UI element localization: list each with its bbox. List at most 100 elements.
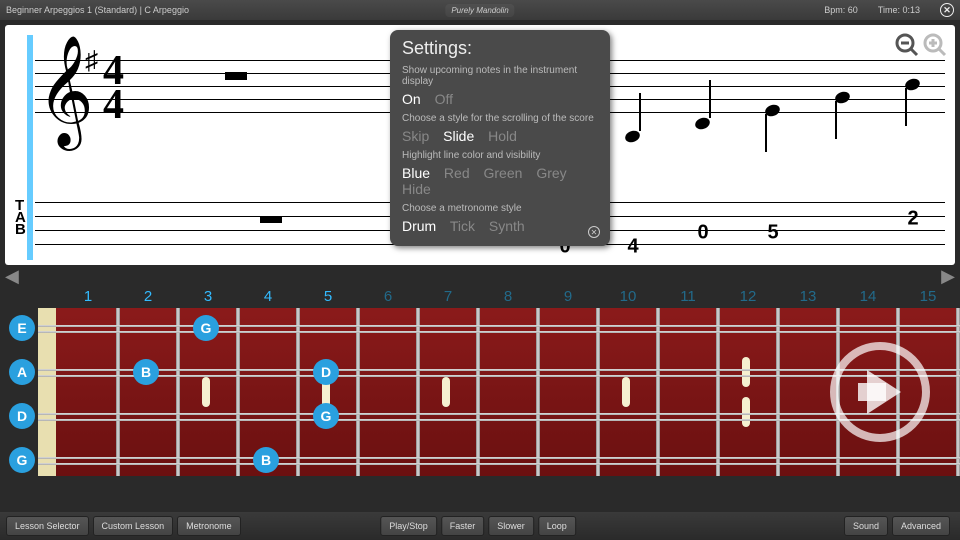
setting-scroll-desc: Choose a style for the scrolling of the … — [402, 113, 598, 124]
fret-number: 13 — [778, 288, 838, 305]
fret-number: 8 — [478, 288, 538, 305]
option-on[interactable]: On — [402, 91, 421, 107]
app-logo: Purely Mandolin — [445, 4, 514, 17]
fret-number: 3 — [178, 288, 238, 305]
play-position-marker — [27, 35, 33, 260]
fret-number: 5 — [298, 288, 358, 305]
fret-wire — [356, 308, 360, 476]
string — [38, 328, 960, 330]
option-synth[interactable]: Synth — [489, 218, 525, 234]
option-tick[interactable]: Tick — [450, 218, 475, 234]
bottom-bar: Lesson Selector Custom Lesson Metronome … — [0, 512, 960, 540]
setting-highlight-opts: Blue Red Green Grey Hide — [402, 165, 598, 197]
settings-panel: Settings: Show upcoming notes in the ins… — [390, 30, 610, 246]
settings-title: Settings: — [402, 38, 598, 59]
option-green[interactable]: Green — [484, 165, 523, 181]
fret-number: 7 — [418, 288, 478, 305]
setting-upcoming-desc: Show upcoming notes in the instrument di… — [402, 65, 598, 87]
fretboard-area: 123456789101112131415 GBDGB EADG — [0, 286, 960, 501]
fret-wire — [596, 308, 600, 476]
play-stop-button[interactable]: Play/Stop — [380, 516, 437, 536]
fret-wire — [296, 308, 300, 476]
whole-rest — [225, 72, 247, 80]
fret-inlay — [742, 397, 750, 427]
fret-number: 4 — [238, 288, 298, 305]
top-bar: Beginner Arpeggios 1 (Standard) | C Arpe… — [0, 0, 960, 20]
fret-note-marker: G — [193, 315, 219, 341]
tab-number: 5 — [767, 222, 778, 245]
setting-metronome-desc: Choose a metronome style — [402, 203, 598, 214]
whole-rest — [260, 217, 282, 223]
fret-inlay — [622, 377, 630, 407]
option-red[interactable]: Red — [444, 165, 470, 181]
fret-number: 14 — [838, 288, 898, 305]
note — [694, 116, 712, 131]
time-display: Time: 0:13 — [878, 5, 920, 15]
setting-metronome-opts: Drum Tick Synth — [402, 218, 598, 234]
string — [38, 372, 960, 374]
fret-note-marker: D — [313, 359, 339, 385]
option-hold[interactable]: Hold — [488, 128, 517, 144]
zoom-in-icon[interactable] — [923, 33, 947, 57]
setting-highlight-desc: Highlight line color and visibility — [402, 150, 598, 161]
score-next-icon[interactable]: ▶ — [941, 266, 955, 287]
fret-wire — [956, 308, 960, 476]
score-area: 𝄞 ♯ 4 4 TAB — [5, 25, 955, 285]
option-drum[interactable]: Drum — [402, 218, 436, 234]
option-blue[interactable]: Blue — [402, 165, 430, 181]
fret-wire — [416, 308, 420, 476]
fret-number: 6 — [358, 288, 418, 305]
tab-number: 0 — [697, 222, 708, 245]
nut — [38, 308, 56, 476]
tab-label: TAB — [15, 200, 26, 236]
lesson-selector-button[interactable]: Lesson Selector — [6, 516, 89, 536]
sound-button[interactable]: Sound — [844, 516, 888, 536]
string — [38, 416, 960, 418]
fret-wire — [656, 308, 660, 476]
advance-arrow-icon[interactable] — [830, 342, 930, 442]
faster-button[interactable]: Faster — [441, 516, 485, 536]
custom-lesson-button[interactable]: Custom Lesson — [93, 516, 174, 536]
fret-inlay — [202, 377, 210, 407]
fret-note-marker: B — [133, 359, 159, 385]
key-signature: ♯ — [85, 46, 98, 76]
fret-wire — [536, 308, 540, 476]
loop-button[interactable]: Loop — [538, 516, 576, 536]
slower-button[interactable]: Slower — [488, 516, 534, 536]
close-icon[interactable]: ✕ — [940, 3, 954, 17]
fret-note-marker: B — [253, 447, 279, 473]
option-slide[interactable]: Slide — [443, 128, 474, 144]
fret-number: 11 — [658, 288, 718, 305]
option-off[interactable]: Off — [435, 91, 453, 107]
fret-note-marker: G — [313, 403, 339, 429]
fret-wire — [716, 308, 720, 476]
option-hide[interactable]: Hide — [402, 181, 431, 197]
fret-numbers: 123456789101112131415 — [0, 286, 960, 306]
setting-upcoming-opts: On Off — [402, 91, 598, 107]
fret-number: 12 — [718, 288, 778, 305]
zoom-out-icon[interactable] — [895, 33, 919, 57]
open-string-label: E — [9, 315, 35, 341]
advanced-button[interactable]: Advanced — [892, 516, 950, 536]
setting-scroll-opts: Skip Slide Hold — [402, 128, 598, 144]
fret-number: 1 — [58, 288, 118, 305]
tab-number: 2 — [907, 208, 918, 231]
fret-wire — [236, 308, 240, 476]
fret-number: 2 — [118, 288, 178, 305]
fretboard[interactable]: GBDGB — [38, 308, 960, 476]
string — [38, 460, 960, 462]
bpm-display: Bpm: 60 — [824, 5, 858, 15]
fret-inlay — [442, 377, 450, 407]
metronome-button[interactable]: Metronome — [177, 516, 241, 536]
open-string-label: A — [9, 359, 35, 385]
fret-number: 9 — [538, 288, 598, 305]
tab-number: 4 — [627, 236, 638, 259]
fret-wire — [776, 308, 780, 476]
option-grey[interactable]: Grey — [536, 165, 566, 181]
open-string-label: G — [9, 447, 35, 473]
open-string-label: D — [9, 403, 35, 429]
option-skip[interactable]: Skip — [402, 128, 429, 144]
settings-close-icon[interactable]: ✕ — [588, 226, 600, 238]
fret-number: 10 — [598, 288, 658, 305]
score-prev-icon[interactable]: ◀ — [5, 266, 19, 287]
